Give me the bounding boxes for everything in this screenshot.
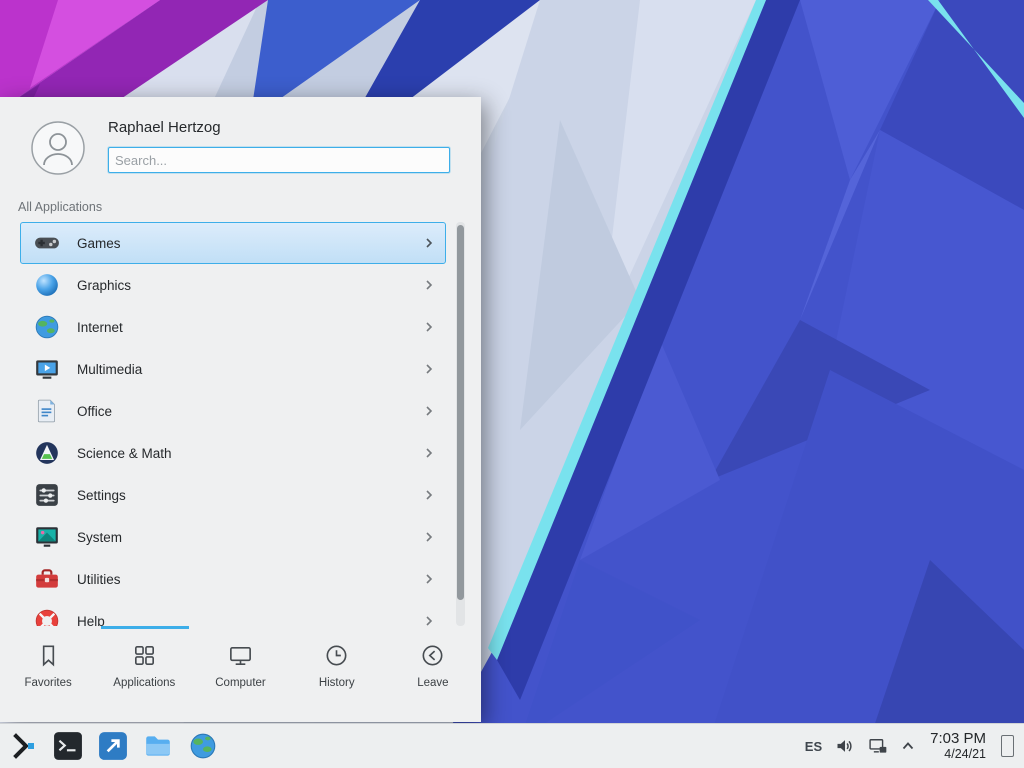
submenu-arrow-icon: [423, 363, 435, 375]
web-browser-globe-icon[interactable]: [188, 731, 218, 761]
digital-clock[interactable]: 7:03 PM 4/24/21: [928, 730, 988, 762]
blue-arrow-app-icon[interactable]: [98, 731, 128, 761]
tab-applications[interactable]: Applications: [96, 629, 192, 722]
taskbar-launchers: [0, 731, 218, 761]
submenu-arrow-icon: [423, 489, 435, 501]
submenu-arrow-icon: [423, 531, 435, 543]
category-label: Help: [77, 614, 423, 627]
category-label: Office: [77, 404, 423, 419]
category-science-math[interactable]: Science & Math: [20, 432, 446, 474]
office-document-icon: [34, 398, 60, 424]
taskbar: ES 7:03 PM 4/24/21: [0, 723, 1024, 768]
clock-time: 7:03 PM: [930, 730, 986, 747]
submenu-arrow-icon: [423, 573, 435, 585]
desktop: Raphael Hertzog All Applications Games: [0, 0, 1024, 768]
category-label: Science & Math: [77, 446, 423, 461]
submenu-arrow-icon: [423, 279, 435, 291]
tab-history[interactable]: History: [289, 629, 385, 722]
category-internet[interactable]: Internet: [20, 306, 446, 348]
computer-monitor-icon: [227, 642, 254, 669]
search-input[interactable]: [108, 147, 450, 173]
system-tray: ES 7:03 PM 4/24/21: [805, 730, 1024, 762]
utilities-toolbox-icon: [34, 566, 60, 592]
system-monitor-icon: [34, 524, 60, 550]
category-settings[interactable]: Settings: [20, 474, 446, 516]
settings-sliders-icon: [34, 482, 60, 508]
graphics-icon: [34, 272, 60, 298]
category-utilities[interactable]: Utilities: [20, 558, 446, 600]
show-desktop-button[interactable]: [1001, 735, 1014, 757]
help-lifebuoy-icon: [34, 608, 60, 626]
application-launcher-button[interactable]: [10, 732, 38, 760]
category-label: Games: [77, 236, 423, 251]
section-label: All Applications: [18, 200, 102, 214]
category-label: Utilities: [77, 572, 423, 587]
launcher-tab-bar: Favorites Applications Computer: [0, 629, 481, 722]
category-multimedia[interactable]: Multimedia: [20, 348, 446, 390]
science-flask-icon: [34, 440, 60, 466]
scrollbar-thumb[interactable]: [457, 225, 464, 600]
applications-grid-icon: [131, 642, 158, 669]
history-clock-icon: [323, 642, 350, 669]
submenu-arrow-icon: [423, 615, 435, 626]
submenu-arrow-icon: [423, 447, 435, 459]
internet-globe-icon: [34, 314, 60, 340]
user-icon: [31, 121, 85, 175]
user-name: Raphael Hertzog: [108, 119, 221, 136]
multimedia-icon: [34, 356, 60, 382]
volume-icon[interactable]: [835, 736, 855, 756]
application-launcher-menu: Raphael Hertzog All Applications Games: [0, 97, 481, 722]
terminal-icon[interactable]: [53, 731, 83, 761]
network-icon[interactable]: [868, 736, 888, 756]
category-label: Internet: [77, 320, 423, 335]
category-graphics[interactable]: Graphics: [20, 264, 446, 306]
category-label: System: [77, 530, 423, 545]
keyboard-layout-indicator[interactable]: ES: [805, 739, 822, 754]
submenu-arrow-icon: [423, 237, 435, 249]
leave-back-icon: [419, 642, 446, 669]
file-manager-folder-icon[interactable]: [143, 731, 173, 761]
category-system[interactable]: System: [20, 516, 446, 558]
category-label: Graphics: [77, 278, 423, 293]
submenu-arrow-icon: [423, 405, 435, 417]
tab-favorites[interactable]: Favorites: [0, 629, 96, 722]
category-office[interactable]: Office: [20, 390, 446, 432]
clock-date: 4/24/21: [930, 747, 986, 761]
category-label: Settings: [77, 488, 423, 503]
category-label: Multimedia: [77, 362, 423, 377]
category-help[interactable]: Help: [20, 600, 446, 626]
user-avatar[interactable]: [31, 121, 85, 175]
submenu-arrow-icon: [423, 321, 435, 333]
tab-computer[interactable]: Computer: [192, 629, 288, 722]
category-list: Games Graphics: [0, 222, 481, 626]
expand-tray-arrow-icon[interactable]: [901, 739, 915, 753]
category-games[interactable]: Games: [20, 222, 446, 264]
games-icon: [34, 230, 60, 256]
tab-leave[interactable]: Leave: [385, 629, 481, 722]
favorites-bookmark-icon: [35, 642, 62, 669]
